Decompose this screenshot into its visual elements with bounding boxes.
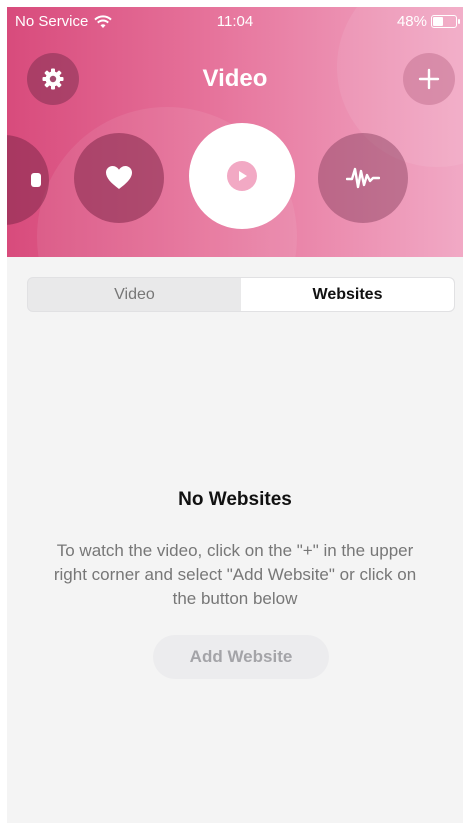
empty-state-title: No Websites xyxy=(178,489,292,510)
status-time: 11:04 xyxy=(216,13,254,30)
add-website-button[interactable]: Add Website xyxy=(153,635,329,679)
tab-video[interactable]: Video xyxy=(28,278,241,311)
status-right: 48% xyxy=(396,13,460,30)
status-bar: No Service 11:04 48% xyxy=(7,7,463,35)
segmented-control: Video Websites xyxy=(27,277,455,312)
add-button[interactable] xyxy=(403,53,455,105)
audio-category-button[interactable] xyxy=(318,133,408,223)
page-title: Video xyxy=(202,65,268,92)
app-screen: No Service 11:04 48% Video Video Website… xyxy=(7,7,463,823)
battery-percent: 48% xyxy=(396,13,427,30)
waveform-icon xyxy=(346,167,380,189)
category-icon xyxy=(31,173,41,187)
empty-state-description: To watch the video, click on the "+" in … xyxy=(53,541,417,608)
battery-icon xyxy=(431,15,460,28)
video-category-button[interactable] xyxy=(189,123,295,229)
plus-icon xyxy=(418,68,440,90)
play-icon xyxy=(227,161,257,191)
favorites-button[interactable] xyxy=(74,133,164,223)
heart-icon xyxy=(106,166,132,189)
tab-websites[interactable]: Websites xyxy=(241,278,454,311)
header-banner: No Service 11:04 48% Video xyxy=(7,7,463,257)
